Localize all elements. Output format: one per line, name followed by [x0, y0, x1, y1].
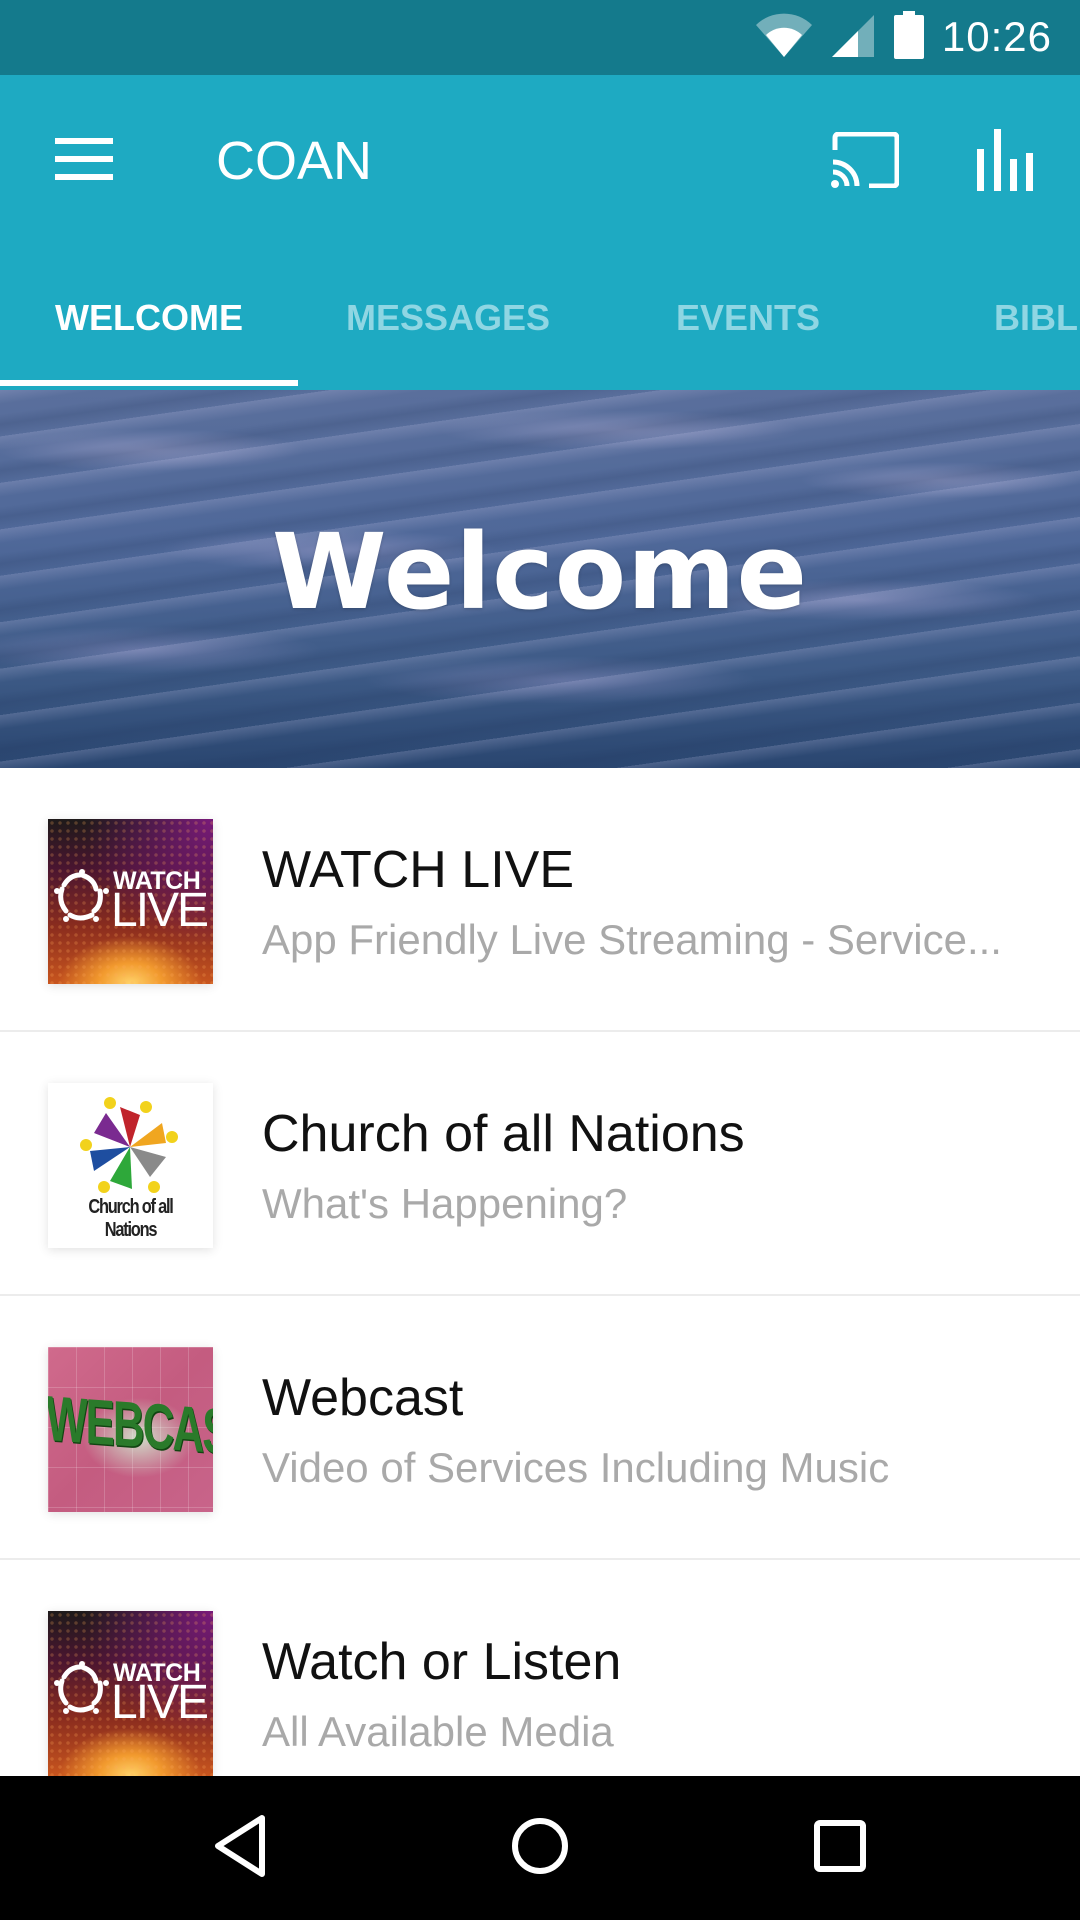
cast-icon — [831, 131, 900, 193]
back-icon — [212, 1814, 268, 1883]
item-title: Watch or Listen — [262, 1633, 622, 1691]
webcast-thumbnail: WEBCAST — [48, 1347, 213, 1512]
hamburger-menu-icon — [55, 137, 113, 185]
menu-button[interactable] — [40, 117, 128, 205]
item-subtitle: Video of Services Including Music — [262, 1444, 890, 1491]
item-title: Webcast — [262, 1369, 464, 1427]
item-subtitle: What's Happening? — [262, 1180, 628, 1227]
active-tab-indicator — [0, 380, 298, 386]
item-subtitle: All Available Media — [262, 1708, 614, 1755]
watch-live-thumbnail: WATCH LIVE — [48, 1611, 213, 1776]
thumbnail-live-text: LIVE — [111, 1676, 209, 1729]
church-logo-icon — [80, 1097, 180, 1202]
church-emblem-icon — [54, 869, 110, 930]
item-title: Church of all Nations — [262, 1105, 745, 1163]
tab-messages[interactable]: MESSAGES — [298, 255, 598, 380]
cellular-signal-icon — [831, 13, 876, 62]
list-item-watch-live[interactable]: WATCH LIVE WATCH LIVE App Friendly Live … — [0, 768, 1080, 1032]
status-bar: 10:26 — [0, 0, 1080, 75]
status-icons: 10:26 — [754, 10, 1052, 64]
recents-button[interactable] — [790, 1798, 890, 1898]
list-item-church-of-all-nations[interactable]: Church of all Nations Church of all Nati… — [0, 1032, 1080, 1296]
church-emblem-icon — [54, 1661, 110, 1722]
back-button[interactable] — [190, 1798, 290, 1898]
home-button[interactable] — [490, 1798, 590, 1898]
tab-welcome[interactable]: WELCOME — [0, 255, 298, 380]
tab-events[interactable]: EVENTS — [598, 255, 898, 380]
home-icon — [511, 1817, 569, 1880]
bar-chart-icon — [977, 128, 1033, 196]
recents-icon — [814, 1819, 866, 1877]
watch-live-thumbnail: WATCH LIVE — [48, 819, 213, 984]
app-title: COAN — [216, 131, 373, 191]
item-subtitle: App Friendly Live Streaming - Service... — [262, 916, 1002, 963]
tab-bible[interactable]: BIBLE — [994, 255, 1080, 380]
welcome-banner: Welcome — [0, 390, 1080, 768]
tab-bar: WELCOME MESSAGES EVENTS BIBLE — [0, 255, 1080, 386]
wifi-icon — [754, 13, 814, 62]
church-logo-thumbnail: Church of all Nations — [48, 1083, 213, 1248]
banner-title: Welcome — [271, 511, 809, 633]
battery-icon — [893, 10, 924, 64]
cast-button[interactable] — [820, 117, 910, 207]
webcast-thumbnail-text: WEBCAST — [48, 1383, 213, 1471]
system-navigation-bar — [0, 1776, 1080, 1920]
content-list: WATCH LIVE WATCH LIVE App Friendly Live … — [0, 768, 1080, 1824]
stats-button[interactable] — [960, 117, 1050, 207]
item-title: WATCH LIVE — [262, 841, 575, 899]
list-item-webcast[interactable]: WEBCAST Webcast Video of Services Includ… — [0, 1296, 1080, 1560]
thumbnail-live-text: LIVE — [111, 884, 209, 937]
status-time: 10:26 — [941, 13, 1052, 60]
church-logo-text: Church of all Nations — [88, 1196, 173, 1241]
